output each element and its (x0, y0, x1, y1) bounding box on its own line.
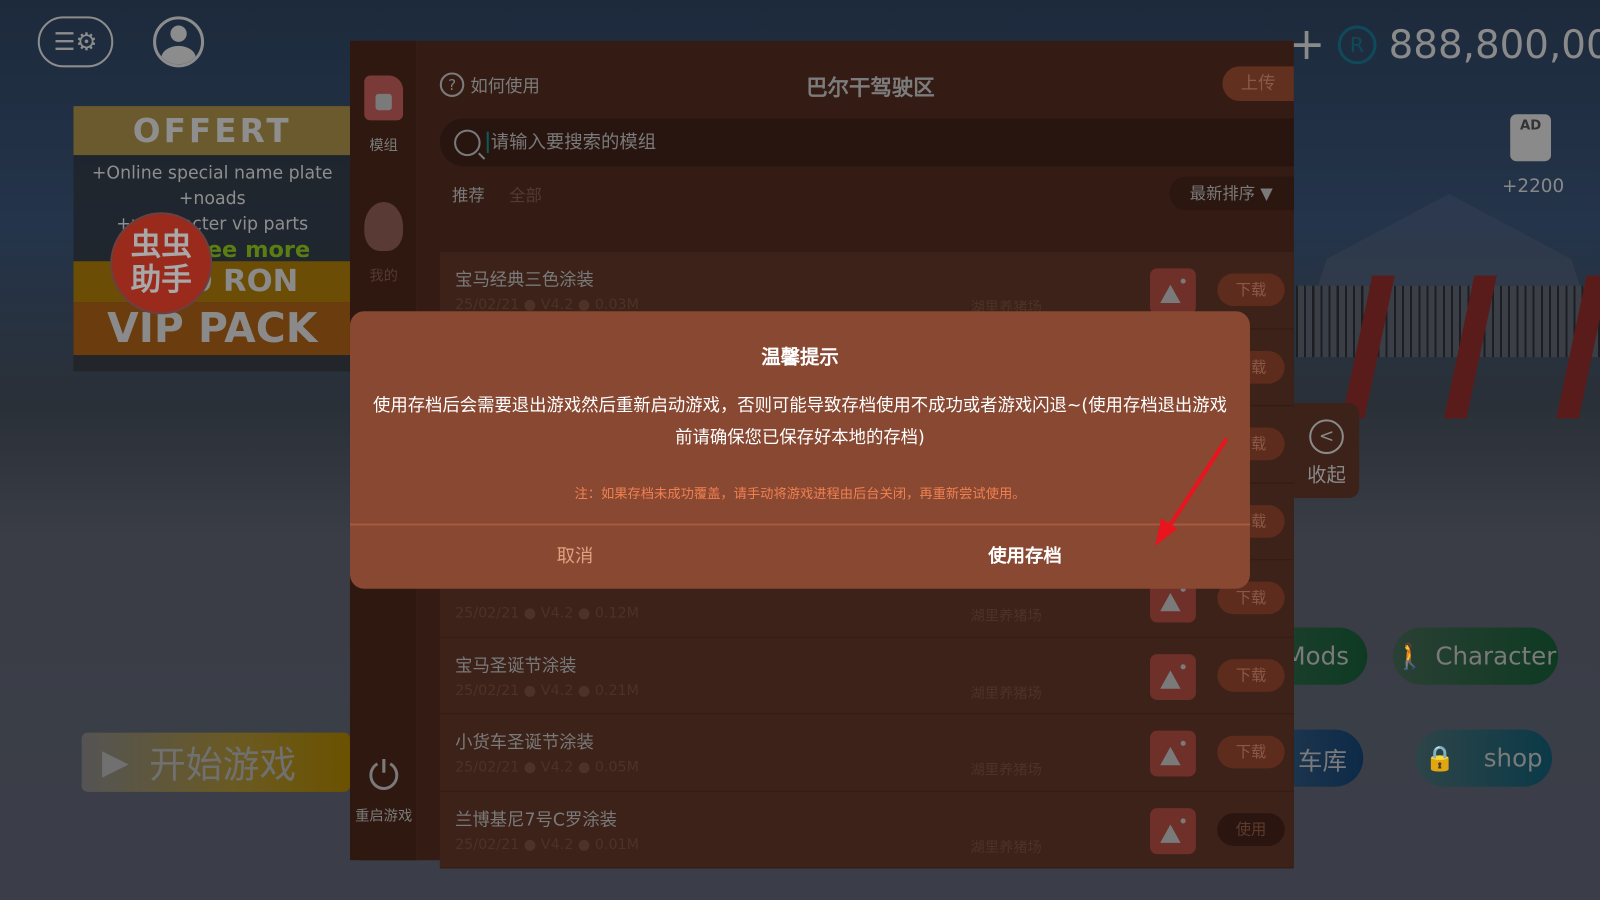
warning-dialog: 温馨提示 使用存档后会需要退出游戏然后重新启动游戏，否则可能导致存档使用不成功或… (349, 311, 1250, 589)
game-screen: ☰⚙ OFFERT +Online special name plate +no… (0, 0, 1600, 900)
red-arrow-annotation (1155, 437, 1229, 546)
dialog-note: 注：如果存档未成功覆盖，请手动将游戏进程由后台关闭，再重新尝试使用。 (574, 486, 1026, 503)
dialog-title: 温馨提示 (761, 345, 839, 369)
dialog-message: 使用存档后会需要退出游戏然后重新启动游戏，否则可能导致存档使用不成功或者游戏闪退… (373, 395, 1227, 448)
cancel-button[interactable]: 取消 (350, 526, 800, 589)
